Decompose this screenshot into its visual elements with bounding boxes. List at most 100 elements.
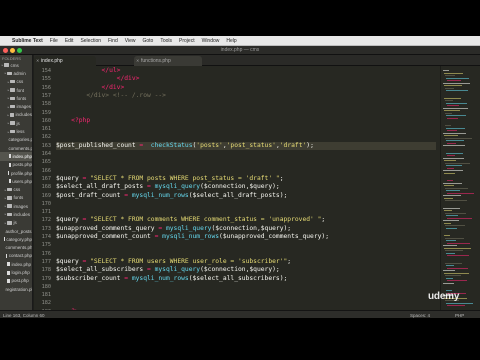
sidebar-item-label: posts.php [12, 162, 32, 168]
minimap-line [446, 127, 465, 129]
code-line[interactable]: $unapproved_comment_count = mysqli_num_r… [56, 233, 329, 241]
sidebar-file[interactable]: login.php [0, 268, 32, 276]
code-line[interactable]: $post_published_count = checkStatus('pos… [56, 141, 436, 150]
code-editor[interactable]: 154 155 156 157 158 159 160 161 162 163 164 165 166 1… [34, 66, 440, 310]
sidebar-folder[interactable]: ▸ cms [0, 61, 32, 69]
code-line[interactable]: <?php [56, 117, 90, 125]
line-number: 180 [41, 283, 51, 290]
sidebar-file[interactable]: posts.php [0, 161, 32, 169]
line-number: 155 [41, 76, 51, 83]
tab-label: functions.php [141, 58, 171, 64]
menu-item[interactable]: View [125, 36, 136, 46]
code-line[interactable]: </ul> [56, 67, 121, 75]
minimap-line [447, 130, 457, 131]
indentation-setting[interactable]: Spaces: 4 [410, 313, 430, 318]
sidebar-file[interactable]: post.php [0, 277, 32, 285]
tab-close-icon[interactable]: ✕ [136, 56, 139, 66]
sidebar-file[interactable]: index.php [0, 152, 32, 161]
sidebar-item-label: author_posts.php [5, 228, 33, 234]
sidebar-folder[interactable]: ▸ fonts [0, 94, 32, 102]
sidebar-folder[interactable]: ▸ includes [0, 111, 32, 119]
line-number: 164 [41, 151, 51, 157]
menu-item[interactable]: Edit [65, 36, 74, 46]
menu-item[interactable]: Sublime Text [12, 36, 43, 46]
code-line[interactable]: </div> [56, 84, 125, 92]
sidebar-folder[interactable]: ▸ font [0, 86, 32, 94]
sidebar-file[interactable]: registration.php [0, 285, 33, 293]
udemy-logo: udemy [428, 291, 460, 302]
sidebar-item-label: comments.php [8, 145, 33, 151]
code-line[interactable]: $subscriber_count = mysqli_num_rows($sel… [56, 275, 287, 283]
code-line[interactable]: </div> [56, 75, 140, 83]
sidebar-file[interactable]: contact.php [0, 252, 32, 260]
code-line[interactable]: $query = "SELECT * FROM comments WHERE c… [56, 216, 325, 224]
line-number: 157 [41, 92, 51, 99]
minimap-line [447, 105, 459, 106]
sidebar-item-label: categories.php [8, 137, 33, 143]
sidebar-file[interactable]: index.php [0, 260, 32, 268]
sidebar-folder[interactable]: ▸ js [0, 219, 32, 227]
sidebar-file[interactable]: comments.php [0, 244, 33, 252]
sidebar-file[interactable]: users.php [0, 177, 32, 185]
folder-icon [10, 104, 15, 109]
sidebar-folder[interactable]: ▸ fonts [0, 194, 32, 202]
sidebar-folder[interactable]: ▸ images [0, 202, 32, 210]
minimap-line [447, 217, 472, 219]
minimap[interactable] [440, 66, 480, 310]
code-line[interactable]: $query = "SELECT * FROM posts WHERE post… [56, 175, 284, 183]
tab-index-php[interactable]: ✕ index.php [34, 56, 96, 66]
code-area[interactable]: </ul> </div> </div> </div> <!-- /.row --… [56, 66, 436, 310]
line-number: 171 [41, 209, 51, 216]
code-line[interactable]: $post_draft_count = mysqli_num_rows($sel… [56, 192, 287, 200]
sidebar-item-label: images [16, 104, 32, 110]
sidebar-file[interactable]: categories.php [0, 136, 33, 144]
cursor-position: Line 163, Column 60 [3, 312, 45, 318]
sidebar-folder[interactable]: ▸ css [0, 185, 32, 193]
menu-item[interactable]: Selection [80, 36, 101, 46]
menu-item[interactable]: Goto [143, 36, 154, 46]
menu-item[interactable]: Help [226, 36, 236, 46]
minimap-line [443, 70, 449, 71]
code-line[interactable]: $select_all_subscribers = mysqli_query($… [56, 266, 280, 274]
menu-item[interactable]: Project [179, 36, 195, 46]
sidebar-folder[interactable]: ▸ images [0, 102, 32, 110]
minimap-line [444, 72, 463, 74]
tab-functions-php[interactable]: ✕ functions.php [134, 56, 202, 66]
code-token: ($connection,$query); [200, 183, 280, 191]
folder-icon [9, 113, 14, 117]
code-token: mysqli_query [154, 266, 201, 274]
code-token: $subscriber_count [56, 274, 125, 282]
minimap-line [443, 107, 468, 109]
code-line[interactable]: $unapproved_comments_query = mysqli_quer… [56, 225, 291, 233]
menu-item[interactable]: Find [108, 36, 118, 46]
tab-label: index.php [41, 58, 63, 64]
line-number-gutter: 154 155 156 157 158 159 160 161 162 163 164 165 166 1… [34, 66, 52, 310]
line-number: 179 [41, 275, 51, 282]
line-number: 162 [41, 134, 51, 141]
minimap-line [447, 142, 456, 144]
sidebar-folder[interactable]: ▸ css [0, 78, 32, 86]
menu-item[interactable]: Tools [160, 36, 172, 46]
minimap-line [443, 220, 459, 221]
minimap-line [445, 237, 464, 239]
sidebar-folder[interactable]: ▸ less [0, 127, 32, 135]
tab-close-icon[interactable]: ✕ [36, 56, 39, 66]
menu-item[interactable]: Window [202, 36, 220, 46]
syntax-setting[interactable]: PHP [455, 313, 464, 318]
code-line[interactable]: </div> <!-- /.row --> [56, 92, 166, 100]
sidebar-folder[interactable]: ▸ admin [0, 69, 32, 77]
line-number: 169 [41, 192, 51, 199]
menu-item[interactable]: File [50, 36, 58, 46]
sidebar-file[interactable]: comments.php [0, 144, 33, 152]
line-number: 176 [41, 250, 51, 257]
minimap-line [444, 185, 454, 186]
sidebar-folder[interactable]: ▸ js [0, 119, 32, 127]
sidebar-file[interactable]: author_posts.php [0, 227, 33, 235]
code-token: <?php [71, 116, 91, 124]
sidebar-folder[interactable]: ▸ includes [0, 210, 32, 218]
folder-icon [4, 63, 9, 67]
code-line[interactable]: $query = "SELECT * FROM users WHERE user… [56, 258, 291, 266]
sidebar-file[interactable]: profile.php [0, 169, 32, 177]
sidebar-file[interactable]: category.php [0, 235, 32, 243]
code-line[interactable]: $select_all_draft_posts = mysqli_query($… [56, 183, 280, 191]
